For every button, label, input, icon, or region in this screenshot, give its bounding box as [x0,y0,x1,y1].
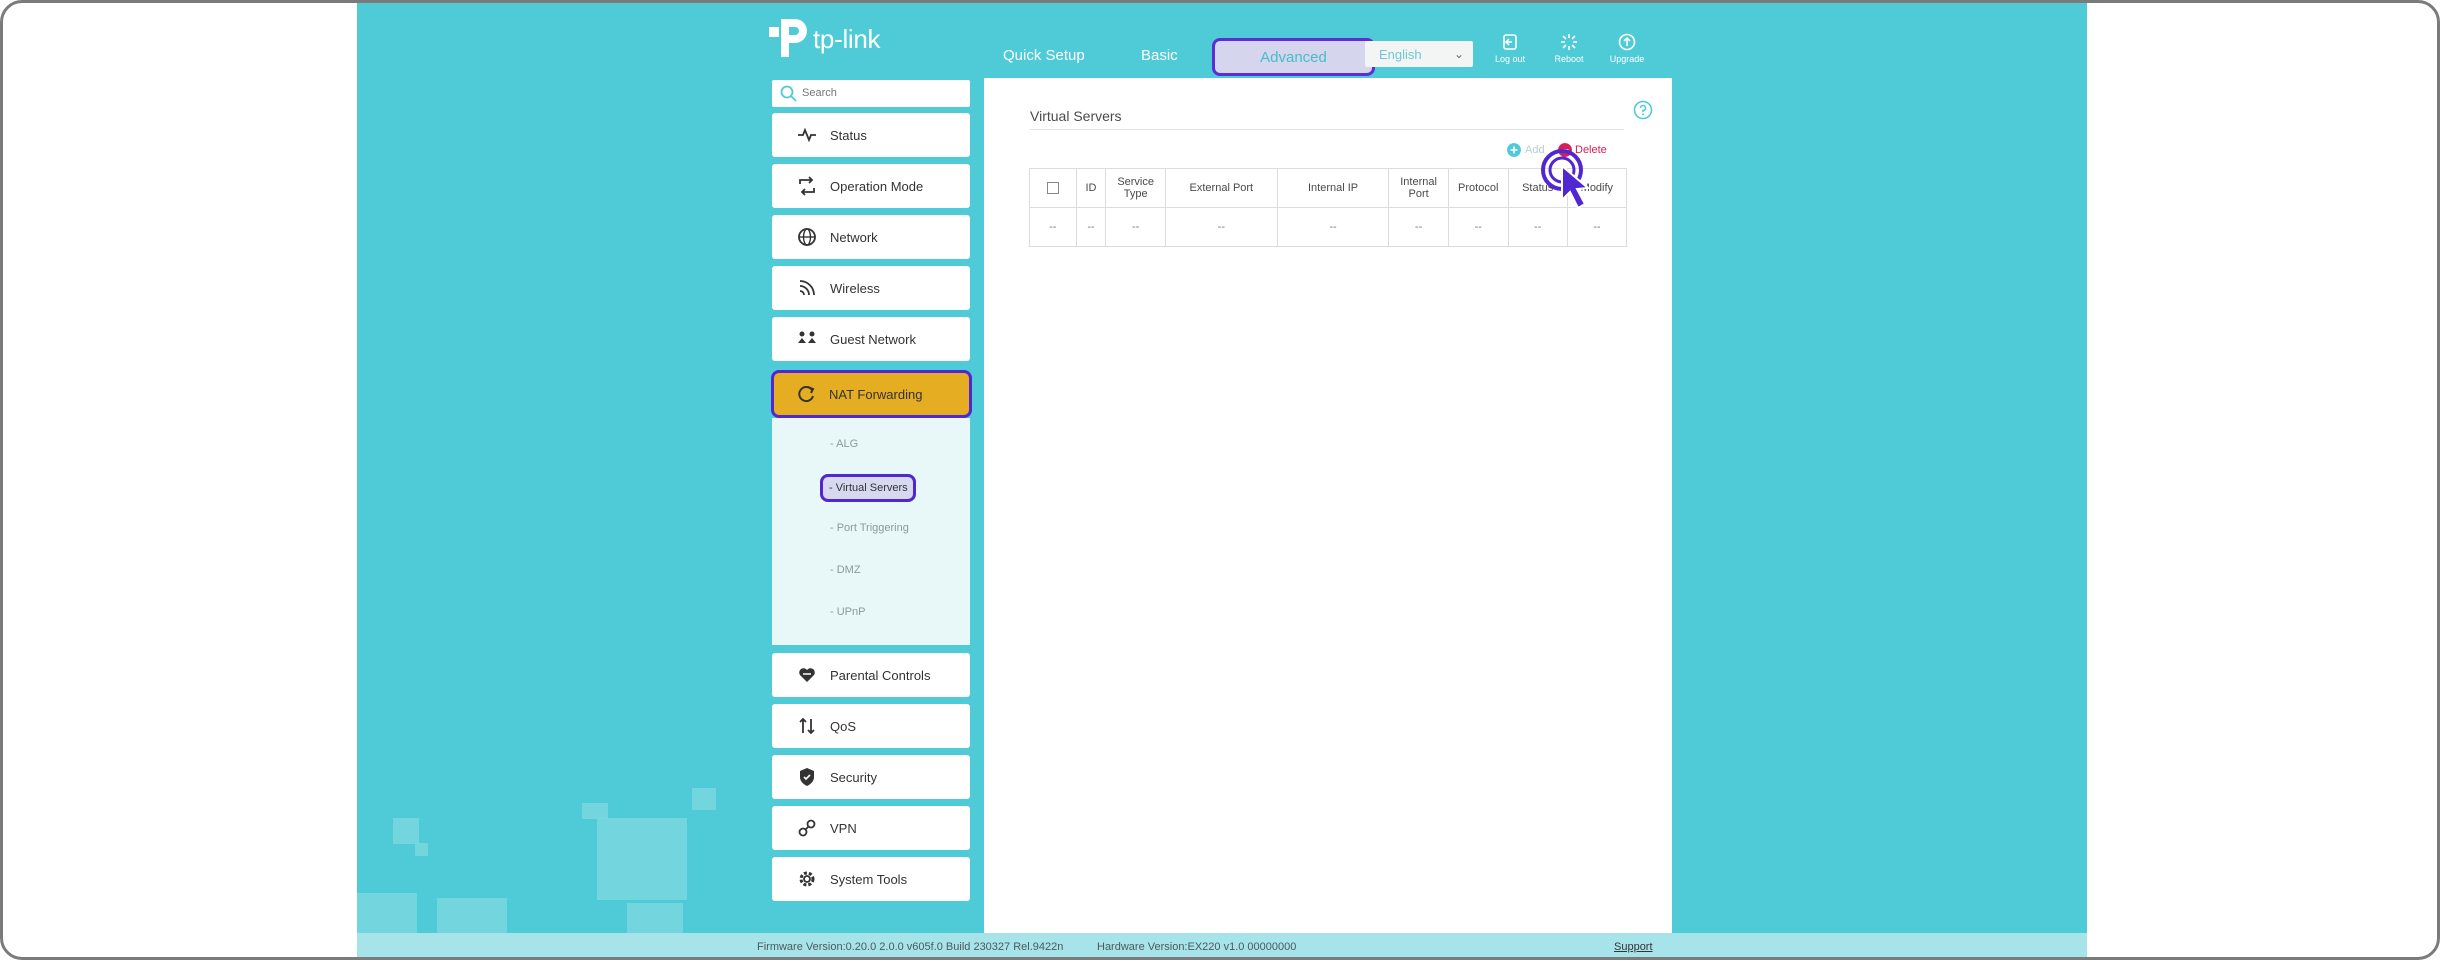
submenu-item-virtual-servers[interactable]: - Virtual Servers [820,474,916,502]
router-admin-app: tp-link Quick Setup Basic Advanced Engli… [357,3,2087,957]
pulse-icon [798,127,816,143]
column-header: Internal Port [1388,168,1449,208]
submenu-item-port-triggering[interactable]: - Port Triggering [830,522,909,534]
click-cursor-icon [1541,149,1591,210]
search-icon [780,85,797,102]
table-cell: -- [1105,207,1166,247]
logout-label: Log out [1494,54,1526,64]
qos-icon [799,717,815,735]
column-header: Internal IP [1276,168,1390,208]
chevron-down-icon: ⌄ [1453,47,1464,61]
upgrade-button[interactable]: Upgrade [1601,33,1653,64]
help-icon[interactable] [1633,100,1653,120]
sidebar-item-operation-mode[interactable]: Operation Mode [772,164,970,208]
sidebar-item-label: Status [830,128,867,143]
globe-icon [798,228,816,246]
decorative-square [582,803,608,819]
vpn-icon [798,819,816,837]
sidebar-item-label: Wireless [830,281,880,296]
sidebar-item-security[interactable]: Security [772,755,970,799]
upgrade-label: Upgrade [1609,54,1645,64]
table-row: -- -- -- -- -- -- -- -- -- [1029,207,1628,247]
heart-hands-icon [799,668,815,682]
support-link[interactable]: Support [1614,941,1653,953]
select-all-checkbox[interactable] [1046,182,1059,195]
sidebar-item-label: Operation Mode [830,179,924,194]
sidebar-item-parental-controls[interactable]: Parental Controls [772,653,970,697]
sidebar-item-label: QoS [830,719,857,734]
footer-bar: Firmware Version:0.20.0 2.0.0 v605f.0 Bu… [357,933,2087,957]
sidebar-item-nat-forwarding[interactable]: NAT Forwarding [771,370,972,418]
firmware-version: Firmware Version:0.20.0 2.0.0 v605f.0 Bu… [757,941,1064,953]
tab-advanced-label: Advanced [1260,48,1327,66]
gear-icon [799,871,815,887]
table-header-row: ID Service Type External Port Internal I… [1029,168,1628,208]
submenu-item-alg[interactable]: - ALG [830,438,858,450]
decorative-square [415,843,428,856]
reboot-button[interactable]: Reboot [1543,33,1595,64]
decorative-square [393,818,419,844]
column-header: ID [1075,168,1107,208]
sidebar-item-label: Parental Controls [830,668,931,683]
logout-button[interactable]: Log out [1484,33,1536,64]
decorative-square [692,788,716,810]
tab-basic[interactable]: Basic [1141,47,1178,64]
reboot-label: Reboot [1554,54,1584,64]
shield-icon [800,768,814,786]
sidebar-item-label: System Tools [830,872,908,887]
table-cell: -- [1029,207,1077,247]
language-value: English [1379,47,1422,62]
sidebar-item-label: Guest Network [830,332,916,347]
sidebar-item-guest-network[interactable]: Guest Network [772,317,970,361]
search-placeholder: Search [802,87,837,99]
table-cell: -- [1164,207,1278,247]
title-divider [1030,129,1624,130]
table-cell: -- [1276,207,1390,247]
sidebar-item-qos[interactable]: QoS [772,704,970,748]
submenu-item-dmz[interactable]: - DMZ [830,564,861,576]
sidebar-item-label: Network [830,230,878,245]
tab-quick-setup[interactable]: Quick Setup [1003,47,1085,64]
table-cell: -- [1447,207,1509,247]
reboot-icon [1561,34,1577,50]
decorative-square [597,818,687,900]
screenshot-frame: tp-link Quick Setup Basic Advanced Engli… [0,0,2440,960]
language-select[interactable]: English ⌄ [1365,41,1473,67]
add-icon [1507,143,1521,157]
submenu-item-label: - Virtual Servers [829,482,908,494]
nat-icon [798,386,815,403]
hardware-version: Hardware Version:EX220 v1.0 00000000 [1097,941,1297,953]
table-cell: -- [1075,207,1107,247]
swap-icon [799,176,815,196]
upgrade-icon [1618,33,1636,51]
page-title: Virtual Servers [1030,108,1122,124]
sidebar-item-label: NAT Forwarding [829,387,923,402]
tab-advanced[interactable]: Advanced [1212,38,1375,76]
top-navigation: Quick Setup Basic Advanced English ⌄ Log… [357,3,2087,79]
sidebar-item-wireless[interactable]: Wireless [772,266,970,310]
column-header: Service Type [1105,168,1166,208]
guest-icon [798,331,816,343]
decorative-square [357,893,417,933]
sidebar-item-label: VPN [830,821,857,836]
sidebar-item-network[interactable]: Network [772,215,970,259]
sidebar-item-vpn[interactable]: VPN [772,806,970,850]
sidebar-item-label: Security [830,770,877,785]
column-header: Protocol [1447,168,1509,208]
decorative-square [437,898,507,938]
sidebar-item-system-tools[interactable]: System Tools [772,857,970,901]
select-all-column [1029,168,1077,208]
submenu-item-upnp[interactable]: - UPnP [830,606,865,618]
search-input[interactable]: Search [772,80,970,107]
table-cell: -- [1388,207,1449,247]
logout-icon [1503,34,1517,50]
sidebar-item-status[interactable]: Status [772,113,970,157]
wireless-icon [799,280,815,296]
nat-forwarding-submenu: - ALG - Virtual Servers - Port Triggerin… [772,418,970,645]
column-header: External Port [1164,168,1278,208]
